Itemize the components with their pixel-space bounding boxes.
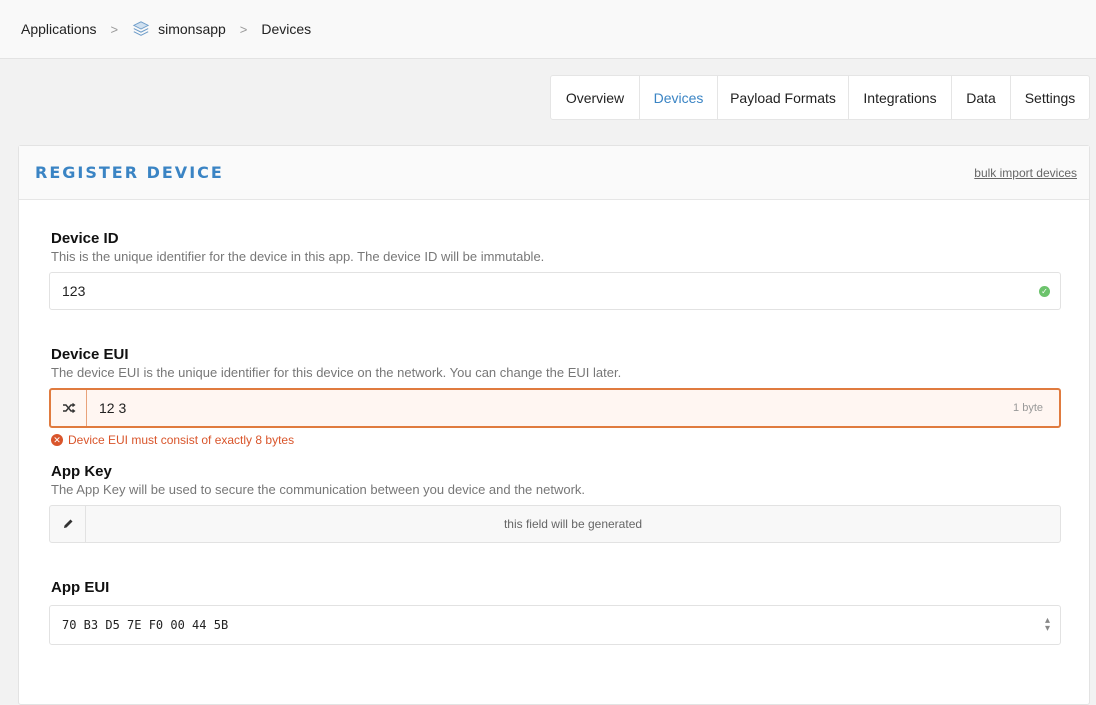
app-key-label: App Key bbox=[51, 463, 112, 480]
breadcrumb: Applications > simonsapp > Devices bbox=[0, 0, 1096, 59]
app-eui-label: App EUI bbox=[51, 579, 110, 596]
device-id-description: This is the unique identifier for the de… bbox=[51, 249, 545, 264]
tab-settings[interactable]: Settings bbox=[1011, 76, 1089, 119]
byte-count: 1 byte bbox=[1013, 402, 1043, 414]
register-device-card: REGISTER DEVICE bulk import devices Devi… bbox=[18, 145, 1090, 705]
tab-overview[interactable]: Overview bbox=[551, 76, 640, 119]
randomize-button[interactable] bbox=[51, 390, 87, 426]
edit-button[interactable] bbox=[50, 506, 86, 542]
breadcrumb-separator: > bbox=[110, 21, 119, 37]
device-eui-error-text: Device EUI must consist of exactly 8 byt… bbox=[68, 433, 295, 447]
device-id-label: Device ID bbox=[51, 230, 119, 247]
card-title: REGISTER DEVICE bbox=[35, 163, 224, 182]
app-key-placeholder: this field will be generated bbox=[503, 517, 643, 531]
device-eui-input[interactable]: 12 3 1 byte bbox=[49, 388, 1061, 428]
app-eui-select[interactable]: 70 B3 D5 7E F0 00 44 5B ▴ ▾ bbox=[49, 605, 1061, 645]
device-id-value: 123 bbox=[62, 283, 86, 299]
pencil-icon bbox=[63, 519, 72, 528]
device-eui-label: Device EUI bbox=[51, 346, 129, 363]
breadcrumb-devices[interactable]: Devices bbox=[261, 21, 311, 37]
tab-devices[interactable]: Devices bbox=[640, 76, 718, 119]
breadcrumb-app-label: simonsapp bbox=[158, 21, 226, 37]
tab-data[interactable]: Data bbox=[952, 76, 1011, 119]
tab-payload-formats[interactable]: Payload Formats bbox=[718, 76, 849, 119]
device-eui-error: ✕ Device EUI must consist of exactly 8 b… bbox=[51, 433, 294, 447]
app-key-input[interactable]: this field will be generated bbox=[49, 505, 1061, 543]
device-eui-description: The device EUI is the unique identifier … bbox=[51, 365, 622, 380]
check-circle-icon: ✓ bbox=[1039, 285, 1050, 297]
device-eui-value: 12 3 bbox=[99, 400, 127, 416]
bulk-import-link[interactable]: bulk import devices bbox=[974, 166, 1077, 180]
tab-integrations[interactable]: Integrations bbox=[849, 76, 952, 119]
chevron-updown-icon: ▴ ▾ bbox=[1044, 615, 1050, 634]
card-header: REGISTER DEVICE bulk import devices bbox=[19, 146, 1089, 200]
tab-bar: Overview Devices Payload Formats Integra… bbox=[550, 75, 1090, 120]
app-key-description: The App Key will be used to secure the c… bbox=[51, 482, 586, 497]
shuffle-icon bbox=[62, 403, 75, 413]
app-eui-value: 70 B3 D5 7E F0 00 44 5B bbox=[62, 618, 229, 632]
device-id-input[interactable]: 123 ✓ bbox=[49, 272, 1061, 310]
breadcrumb-app[interactable]: simonsapp bbox=[132, 20, 226, 38]
breadcrumb-applications[interactable]: Applications bbox=[21, 21, 97, 37]
stack-layers-icon bbox=[132, 21, 150, 36]
breadcrumb-separator: > bbox=[239, 21, 248, 37]
error-circle-icon: ✕ bbox=[51, 434, 63, 446]
